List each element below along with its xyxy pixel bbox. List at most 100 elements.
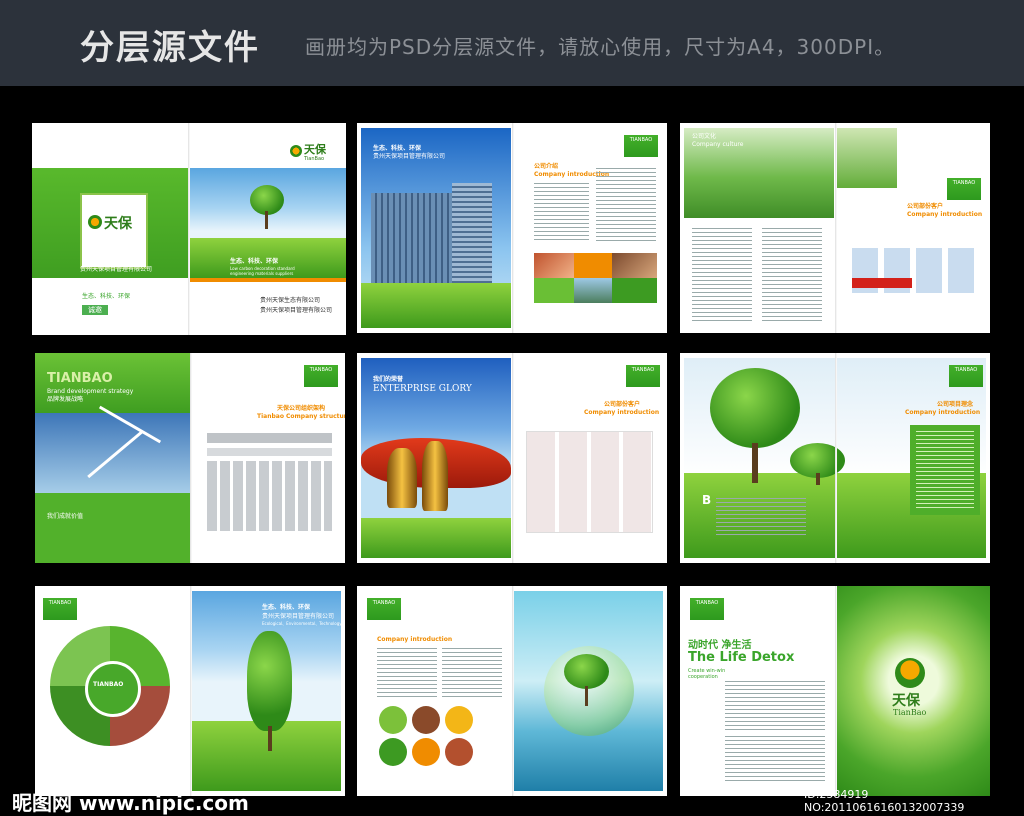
wind-sub2: 品牌发展战略 <box>47 396 84 403</box>
company-small: 贵州天保项目管理有限公司 <box>80 266 153 273</box>
dot-orange <box>412 738 440 766</box>
intro-page: TIANBAO 公司介绍 Company introduction <box>514 123 667 333</box>
globe-text-right <box>442 648 502 698</box>
dot-crowd <box>412 706 440 734</box>
culture-title: 公司文化 <box>692 133 717 140</box>
org-title-cn: 天保公司组织架构 <box>277 405 326 412</box>
cover-front: 天保 TianBao 生态、科技、环保 Low carbon decoratio… <box>190 123 346 335</box>
back-cover-page: 天保 TianBao <box>837 586 990 796</box>
tianbao-badge: TIANBAO <box>949 365 983 387</box>
detox-cn: 动时代 净生活 <box>688 640 752 651</box>
back-logo-en: TianBao <box>893 708 927 717</box>
org-chart-grid <box>207 461 332 531</box>
detox-page: TIANBAO 动时代 净生活 The Life Detox Create wi… <box>680 586 835 796</box>
wind-heading: TIANBAO <box>47 371 113 386</box>
logo-text: 天保 <box>104 216 132 232</box>
photo-people <box>612 253 657 278</box>
culture-page: 公司文化 Company culture <box>680 123 835 333</box>
watermark-right: ID:2584919 NO:20110616160132007339 <box>804 788 965 814</box>
building-page: 生态、科技、环保 贵州天保项目管理有限公司 <box>357 123 512 333</box>
cert-title-en: Company introduction <box>584 409 660 416</box>
header-banner: 分层源文件 画册均为PSD分层源文件，请放心使用，尺寸为A4，300DPI。 <box>0 0 1024 86</box>
green-footer <box>35 493 190 563</box>
wind-sub1: Brand development strategy <box>47 388 134 395</box>
globe-text-left <box>377 648 437 698</box>
tall-tree-page: 生态、科技、环保 贵州天保项目管理有限公司 Ecological、Environ… <box>192 586 345 796</box>
logo-mark-icon <box>88 215 102 229</box>
tianbao-badge: TIANBAO <box>947 178 981 200</box>
tianbao-badge: TIANBAO <box>304 365 338 387</box>
tag-badge: 诚邀 <box>82 305 108 315</box>
building-slogan: 生态、科技、环保 <box>373 145 422 152</box>
tall-tree-slogan-en: Ecological、Environmental、Technology <box>262 621 342 626</box>
tree-icon <box>247 631 292 731</box>
building-company: 贵州天保项目管理有限公司 <box>373 153 446 160</box>
intro-title-cn: 公司介绍 <box>534 163 559 170</box>
photo-city <box>574 278 612 303</box>
org-chart-row <box>207 448 332 456</box>
tree-trunk <box>752 443 758 483</box>
value-slogan: 我们成就价值 <box>47 513 84 520</box>
tianbao-badge: TIANBAO <box>43 598 77 620</box>
intro-text-right <box>596 168 656 243</box>
spread-culture: 公司文化 Company culture TIANBAO 公司部份客户 Comp… <box>680 123 990 333</box>
photo-green <box>534 278 574 303</box>
photo-orange <box>574 253 612 278</box>
logo-mark-icon <box>895 658 925 688</box>
tree-icon <box>710 368 800 448</box>
fold-line <box>835 353 837 563</box>
certificates-page: TIANBAO 公司部份客户 Company introduction <box>514 353 667 563</box>
spread-back-cover: TIANBAO 动时代 净生活 The Life Detox Create wi… <box>680 586 990 796</box>
clients-title-cn: 公司部份客户 <box>907 203 944 210</box>
spread-globe: TIANBAO Company introduction <box>357 586 667 796</box>
detox-en2: Create win-win cooperation <box>688 668 726 680</box>
glory-title-en: ENTERPRISE GLORY <box>373 384 472 394</box>
glory-lawn <box>361 518 511 558</box>
tianbao-badge: TIANBAO <box>626 365 660 387</box>
photo-green-2 <box>612 278 657 303</box>
dot-green-2 <box>379 738 407 766</box>
certificate-grid <box>526 431 653 533</box>
forest-photo <box>837 128 897 188</box>
org-title-en: Tianbao Company structure <box>257 413 345 420</box>
glory-title-cn: 我们的荣誉 <box>373 376 404 383</box>
company-name-1: 贵州天保生态有限公司 <box>260 297 321 304</box>
tree-trunk <box>268 726 272 751</box>
intro-text-left <box>534 183 589 243</box>
header-title: 分层源文件 <box>80 28 260 68</box>
client-logo-red <box>852 278 912 288</box>
orange-strip <box>190 278 346 282</box>
circle-center <box>85 661 141 717</box>
tall-tree-company: 贵州天保项目管理有限公司 <box>262 613 335 620</box>
back-logo-cn: 天保 <box>892 693 920 709</box>
tall-tree-slogan: 生态、科技、环保 <box>262 604 311 611</box>
cover-slogan: 生态、科技、环保 <box>230 258 279 265</box>
clients-title-en: Company introduction <box>907 211 983 218</box>
cover-back: 天保 贵州天保项目管理有限公司 生态、科技、环保 诚邀 <box>32 123 189 335</box>
clients-page: TIANBAO 公司部份客户 Company introduction <box>837 123 990 333</box>
tianbao-badge: TIANBAO <box>690 598 724 620</box>
cert-title-cn: 公司部份客户 <box>604 401 641 408</box>
spread-introduction: 生态、科技、环保 贵州天保项目管理有限公司 TIANBAO 公司介绍 Compa… <box>357 123 667 333</box>
tree-trunk <box>816 473 820 485</box>
tree-trunk <box>585 686 588 706</box>
trophy-icon <box>387 448 417 508</box>
spread-cover: 天保 贵州天保项目管理有限公司 生态、科技、环保 诚邀 天保 TianBao 生… <box>32 123 346 335</box>
header-subtitle: 画册均为PSD分层源文件，请放心使用，尺寸为A4，300DPI。 <box>305 35 896 59</box>
spread-concept: B TIANBAO 公司项目理念 Company introduction <box>680 353 990 563</box>
company-name-2: 贵州天保项目管理有限公司 <box>260 307 333 314</box>
circle-page: TIANBAO TIANBAO <box>35 586 190 796</box>
dot-green <box>379 706 407 734</box>
culture-list-1 <box>692 228 752 323</box>
circle-text: TIANBAO <box>93 681 124 688</box>
culture-list-2 <box>762 228 822 323</box>
logo-box: 天保 <box>80 193 148 269</box>
logo-mark-icon <box>290 145 302 157</box>
cover-tagline: 生态、科技、环保 <box>82 293 131 300</box>
tianbao-badge: TIANBAO <box>367 598 401 620</box>
org-page: TIANBAO 天保公司组织架构 Tianbao Company structu… <box>192 353 345 563</box>
cover-slogan-en: Low carbon decoration standard engineeri… <box>230 266 295 276</box>
detox-text-1 <box>725 681 825 731</box>
building-lawn <box>361 283 511 328</box>
concept-text-right <box>916 431 974 509</box>
